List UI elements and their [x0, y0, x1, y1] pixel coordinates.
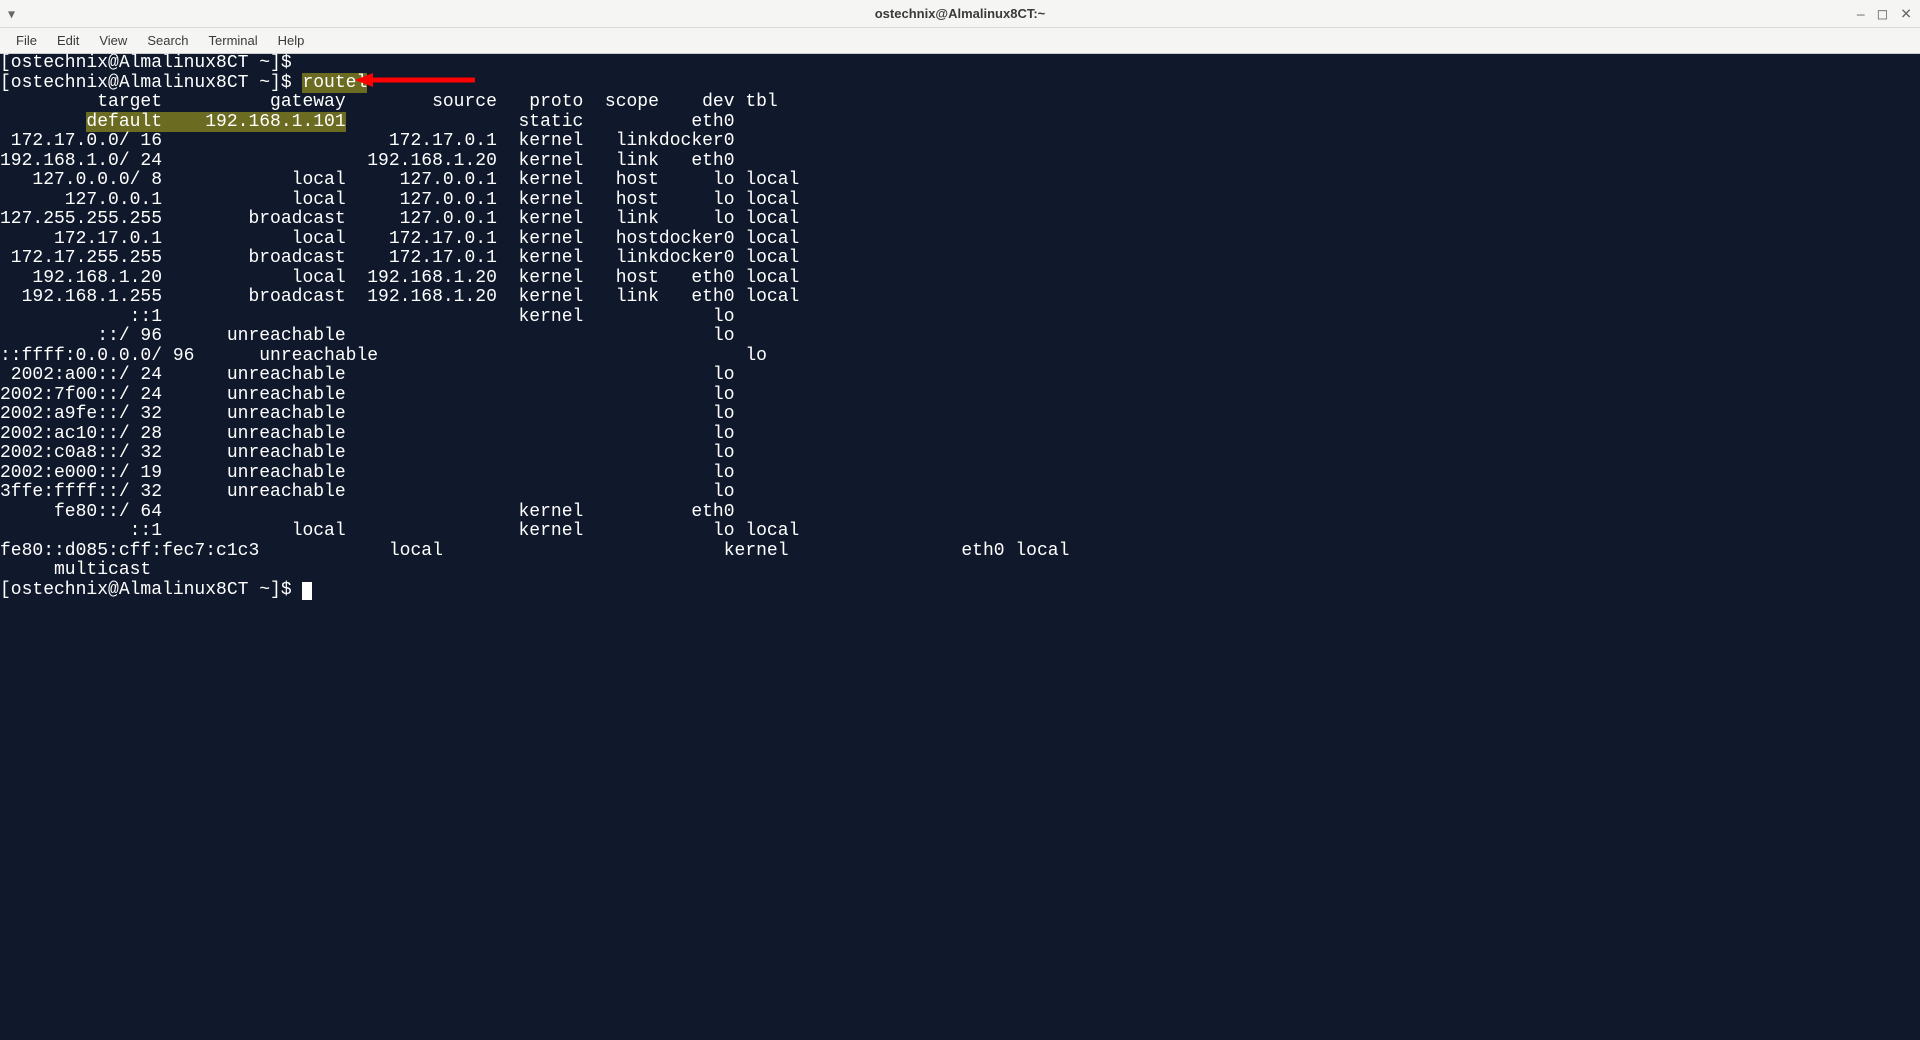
route-row: 172.17.0.0/ 16 172.17.0.1 kernel linkdoc… — [0, 132, 1920, 152]
prompt-line: [ostechnix@Almalinux8CT ~]$ — [0, 54, 1920, 74]
route-row: ::1 local kernel lo local — [0, 522, 1920, 542]
route-row: default 192.168.1.101 static eth0 — [0, 113, 1920, 133]
window-titlebar: ▾ ostechnix@Almalinux8CT:~ – ◻ ✕ — [0, 0, 1920, 28]
route-row: fe80::/ 64 kernel eth0 — [0, 503, 1920, 523]
route-row: 2002:7f00::/ 24 unreachable lo — [0, 386, 1920, 406]
menubar: File Edit View Search Terminal Help — [0, 28, 1920, 54]
route-row: 172.17.255.255 broadcast 172.17.0.1 kern… — [0, 249, 1920, 269]
menu-search[interactable]: Search — [137, 29, 198, 52]
route-row-wrap1: fe80::d085:cff:fec7:c1c3 local kernel et… — [0, 542, 1920, 562]
route-row: 2002:c0a8::/ 32 unreachable lo — [0, 444, 1920, 464]
route-row: 192.168.1.255 broadcast 192.168.1.20 ker… — [0, 288, 1920, 308]
command-line: [ostechnix@Almalinux8CT ~]$ routel — [0, 74, 1920, 94]
route-row: 3ffe:ffff::/ 32 unreachable lo — [0, 483, 1920, 503]
minimize-button[interactable]: – — [1857, 5, 1865, 22]
route-row: 2002:e000::/ 19 unreachable lo — [0, 464, 1920, 484]
menu-help[interactable]: Help — [268, 29, 315, 52]
route-row: 127.255.255.255 broadcast 127.0.0.1 kern… — [0, 210, 1920, 230]
close-button[interactable]: ✕ — [1900, 5, 1912, 22]
route-row: 127.0.0.0/ 8 local 127.0.0.1 kernel host… — [0, 171, 1920, 191]
route-row: 192.168.1.20 local 192.168.1.20 kernel h… — [0, 269, 1920, 289]
window-title: ostechnix@Almalinux8CT:~ — [875, 6, 1046, 21]
route-row: 127.0.0.1 local 127.0.0.1 kernel host lo… — [0, 191, 1920, 211]
menu-edit[interactable]: Edit — [47, 29, 89, 52]
route-row: 2002:a9fe::/ 32 unreachable lo — [0, 405, 1920, 425]
route-row: 2002:ac10::/ 28 unreachable lo — [0, 425, 1920, 445]
command-text: routel — [302, 73, 367, 93]
cursor — [302, 582, 312, 600]
terminal-output[interactable]: [ostechnix@Almalinux8CT ~]$ [ostechnix@A… — [0, 54, 1920, 1040]
route-row: 2002:a00::/ 24 unreachable lo — [0, 366, 1920, 386]
route-row-wrap2: multicast — [0, 561, 1920, 581]
maximize-button[interactable]: ◻ — [1877, 5, 1889, 22]
prompt-line: [ostechnix@Almalinux8CT ~]$ — [0, 581, 1920, 601]
menu-terminal[interactable]: Terminal — [199, 29, 268, 52]
route-row: ::ffff:0.0.0.0/ 96 unreachable lo — [0, 347, 1920, 367]
titlebar-menu-icon[interactable]: ▾ — [8, 5, 15, 22]
route-row: ::1 kernel lo — [0, 308, 1920, 328]
route-header: target gateway source proto scope dev tb… — [0, 93, 1920, 113]
route-row: ::/ 96 unreachable lo — [0, 327, 1920, 347]
menu-view[interactable]: View — [89, 29, 137, 52]
route-row: 192.168.1.0/ 24 192.168.1.20 kernel link… — [0, 152, 1920, 172]
menu-file[interactable]: File — [6, 29, 47, 52]
route-row: 172.17.0.1 local 172.17.0.1 kernel hostd… — [0, 230, 1920, 250]
